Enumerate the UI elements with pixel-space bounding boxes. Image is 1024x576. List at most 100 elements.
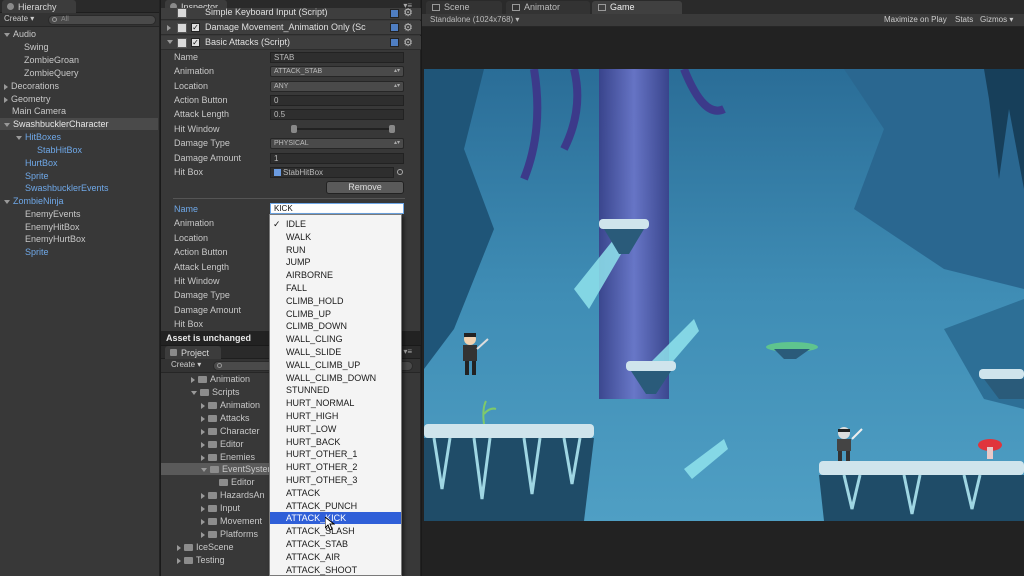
tab-scene[interactable]: Scene: [426, 1, 502, 14]
expand-arrow-closed-icon[interactable]: [201, 505, 205, 512]
dropdown-option[interactable]: ✓ IDLE: [270, 218, 401, 230]
name-field[interactable]: STAB: [270, 52, 404, 63]
project-folder-item[interactable]: Movement: [161, 515, 269, 527]
hierarchy-item[interactable]: Audio: [0, 28, 158, 40]
stats-toggle[interactable]: Stats: [955, 15, 973, 24]
maximize-on-play-toggle[interactable]: Maximize on Play: [884, 15, 947, 24]
component-enabled-checkbox[interactable]: ✓: [191, 23, 200, 32]
hierarchy-item[interactable]: Decorations: [0, 80, 158, 92]
resolution-dropdown[interactable]: Standalone (1024x768) ▾: [430, 15, 519, 24]
hierarchy-item[interactable]: Main Camera: [0, 105, 158, 117]
panel-menu-icon[interactable]: ▾≡: [403, 347, 412, 356]
project-folder-item[interactable]: Editor: [161, 476, 269, 488]
action-button-field[interactable]: 0: [270, 95, 404, 106]
damage-amount-field[interactable]: 1: [270, 153, 404, 164]
hierarchy-create-button[interactable]: Create ▾: [4, 14, 34, 23]
book-icon[interactable]: [390, 23, 399, 32]
book-icon[interactable]: [390, 9, 399, 18]
component-basic-attacks[interactable]: ✓ Basic Attacks (Script) ⚙: [161, 36, 421, 50]
hierarchy-item[interactable]: StabHitBox: [0, 144, 158, 156]
dropdown-option[interactable]: WALL_SLIDE: [270, 346, 401, 358]
expand-arrow-closed-icon[interactable]: [201, 441, 205, 448]
dropdown-option[interactable]: JUMP: [270, 256, 401, 268]
hierarchy-item[interactable]: Sprite: [0, 170, 158, 182]
expand-arrow-closed-icon[interactable]: [201, 415, 205, 422]
project-folder-item[interactable]: Character: [161, 425, 269, 437]
animation-dropdown-menu[interactable]: ✓ IDLE WALK RUN JUMP AIRBORNE FALL CLIMB_HOLD CL…: [269, 214, 402, 576]
project-folder-item[interactable]: IceScene: [161, 541, 269, 553]
gear-icon[interactable]: ⚙: [403, 36, 413, 49]
expand-arrow-closed-icon[interactable]: [201, 518, 205, 525]
expand-arrow-closed-icon[interactable]: [201, 531, 205, 538]
dropdown-option[interactable]: RUN: [270, 244, 401, 256]
damage-type-dropdown[interactable]: PHYSICAL ▴▾: [270, 138, 404, 149]
book-icon[interactable]: [390, 38, 399, 47]
dropdown-option[interactable]: WALK: [270, 231, 401, 243]
hierarchy-item[interactable]: SwashbucklerEvents: [0, 182, 158, 194]
dropdown-option[interactable]: HURT_OTHER_3: [270, 474, 401, 486]
expand-arrow-closed-icon[interactable]: [4, 83, 8, 90]
dropdown-option[interactable]: ATTACK_AIR: [270, 551, 401, 563]
game-viewport[interactable]: [424, 69, 1024, 521]
expand-arrow-open-icon[interactable]: [16, 135, 22, 140]
slider-min-handle[interactable]: [291, 125, 297, 133]
dropdown-option[interactable]: CLIMB_HOLD: [270, 295, 401, 307]
tab-game[interactable]: Game: [592, 1, 682, 14]
expand-arrow-open-icon[interactable]: [191, 390, 197, 395]
expand-arrow-closed-icon[interactable]: [201, 454, 205, 461]
hierarchy-item[interactable]: ZombieGroan: [0, 54, 158, 66]
hierarchy-item[interactable]: ZombieNinja: [0, 195, 158, 207]
expand-arrow-closed-icon[interactable]: [4, 96, 8, 103]
dropdown-option[interactable]: ATTACK_SHOOT: [270, 564, 401, 576]
hierarchy-item[interactable]: EnemyEvents: [0, 208, 158, 220]
expand-arrow-closed-icon[interactable]: [201, 402, 205, 409]
object-picker-icon[interactable]: [397, 169, 403, 175]
expand-arrow-closed-icon[interactable]: [201, 428, 205, 435]
attack-length-field[interactable]: 0.5: [270, 109, 404, 120]
dropdown-option[interactable]: ATTACK_SLASH: [270, 525, 401, 537]
dropdown-option[interactable]: HURT_NORMAL: [270, 397, 401, 409]
project-folder-item[interactable]: Animation: [161, 399, 269, 411]
expand-arrow-open-icon[interactable]: [201, 467, 207, 472]
gizmos-dropdown[interactable]: Gizmos ▾: [980, 15, 1013, 24]
hierarchy-item[interactable]: SwashbucklerCharacter: [0, 118, 158, 130]
dropdown-option[interactable]: HURT_HIGH: [270, 410, 401, 422]
dropdown-option[interactable]: WALL_CLIMB_DOWN: [270, 372, 401, 384]
expand-arrow-closed-icon[interactable]: [191, 376, 195, 383]
slider-max-handle[interactable]: [389, 125, 395, 133]
foldout-icon[interactable]: [167, 40, 173, 44]
hit-box-field[interactable]: StabHitBox: [270, 167, 394, 178]
project-folder-item[interactable]: Input: [161, 502, 269, 514]
remove-button[interactable]: Remove: [326, 181, 404, 194]
project-folder-item[interactable]: Animation: [161, 373, 269, 385]
tab-animator[interactable]: Animator: [506, 1, 590, 14]
project-folder-item[interactable]: EventSyster: [161, 463, 271, 475]
hit-window-slider[interactable]: [291, 125, 395, 133]
expand-arrow-open-icon[interactable]: [4, 32, 10, 37]
dropdown-option[interactable]: WALL_CLIMB_UP: [270, 359, 401, 371]
dropdown-option[interactable]: HURT_LOW: [270, 423, 401, 435]
location-dropdown[interactable]: ANY ▴▾: [270, 81, 404, 92]
expand-arrow-open-icon[interactable]: [4, 122, 10, 127]
project-folder-item[interactable]: HazardsAn: [161, 489, 269, 501]
dropdown-option[interactable]: ATTACK_PUNCH: [270, 500, 401, 512]
dropdown-option[interactable]: HURT_BACK: [270, 436, 401, 448]
component-enabled-checkbox[interactable]: ✓: [191, 38, 200, 47]
dropdown-option[interactable]: STUNNED: [270, 384, 401, 396]
expand-arrow-closed-icon[interactable]: [177, 544, 181, 551]
project-folder-item[interactable]: Enemies: [161, 451, 269, 463]
component-simple-keyboard-input[interactable]: Simple Keyboard Input (Script) ⚙: [161, 7, 421, 20]
hierarchy-item[interactable]: Sprite: [0, 246, 158, 258]
dropdown-option[interactable]: WALL_CLING: [270, 333, 401, 345]
foldout-icon[interactable]: [167, 25, 171, 31]
hierarchy-item[interactable]: EnemyHurtBox: [0, 233, 158, 245]
dropdown-option[interactable]: ATTACK_STAB: [270, 538, 401, 550]
dropdown-option[interactable]: HURT_OTHER_2: [270, 461, 401, 473]
dropdown-option[interactable]: FALL: [270, 282, 401, 294]
hierarchy-item[interactable]: HurtBox: [0, 157, 158, 169]
dropdown-option[interactable]: HURT_OTHER_1: [270, 448, 401, 460]
name-field-editing[interactable]: KICK: [270, 203, 404, 214]
project-folder-item[interactable]: Attacks: [161, 412, 269, 424]
hierarchy-item[interactable]: Geometry: [0, 93, 158, 105]
hierarchy-item[interactable]: ZombieQuery: [0, 67, 158, 79]
